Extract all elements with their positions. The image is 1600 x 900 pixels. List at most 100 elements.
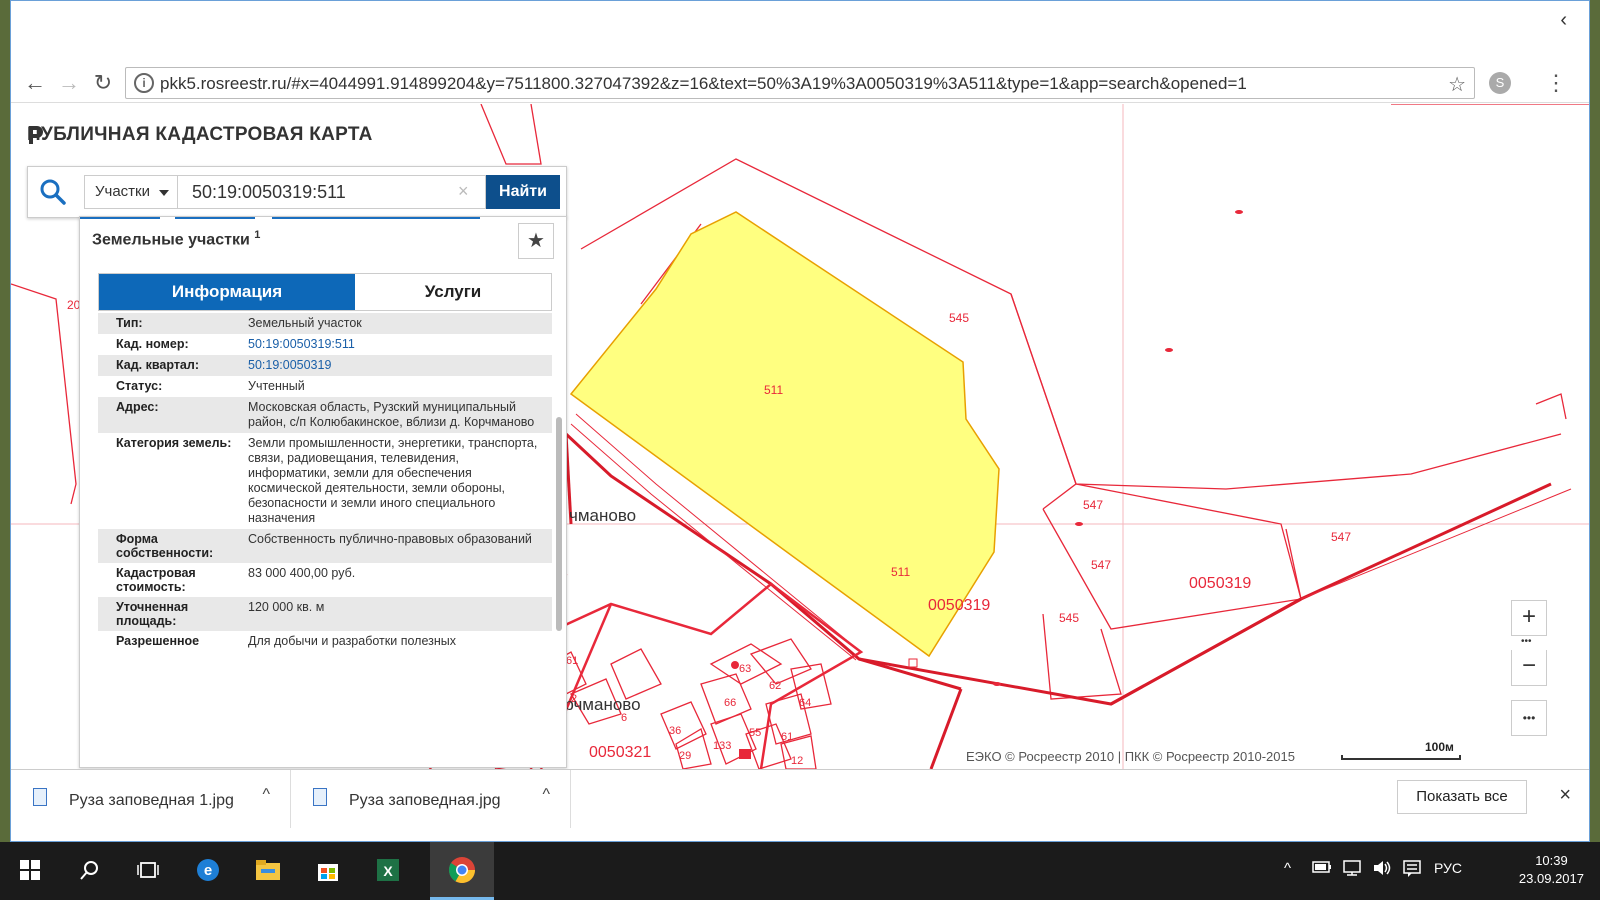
tab-information[interactable]: Информация — [99, 274, 355, 310]
browser-window: ‹ ← → ↻ i pkk5.rosreestr.ru/#x=4044991.9… — [10, 0, 1590, 842]
collapse-icon[interactable]: ‹ — [1560, 9, 1567, 32]
network-icon[interactable] — [1342, 860, 1362, 879]
svg-text:X: X — [383, 863, 393, 879]
download-filename: Руза заповедная.jpg — [349, 792, 501, 809]
downloads-bar: Руза заповедная 1.jpg ^ Руза заповедная.… — [11, 769, 1589, 829]
table-row: Кад. квартал: 50:19:0050319 — [98, 355, 552, 376]
row-key: Форма собственности: — [116, 532, 214, 560]
skype-extension-icon[interactable]: S — [1489, 72, 1511, 94]
url-text[interactable]: pkk5.rosreestr.ru/#x=4044991.914899204&y… — [160, 74, 1247, 94]
map-label: 62 — [769, 680, 781, 692]
table-row: Статус: Учтенный — [98, 376, 552, 397]
chevron-up-icon[interactable]: ^ — [542, 786, 550, 804]
chrome-taskbar-item[interactable] — [430, 842, 494, 900]
battery-icon[interactable] — [1312, 860, 1332, 877]
table-row: Уточненная площадь: 120 000 кв. м — [98, 597, 552, 631]
file-explorer-icon[interactable] — [252, 854, 284, 886]
map-label: 547 — [1083, 498, 1103, 512]
reload-button[interactable]: ↻ — [89, 69, 117, 97]
tab-services[interactable]: Услуги — [355, 274, 551, 310]
map-label: 545 — [1059, 611, 1079, 625]
map-label: 64 — [799, 697, 811, 709]
map-quarter-label: 0050319 — [1189, 575, 1251, 592]
map-label: 63 — [739, 663, 751, 675]
map-label: 12 — [791, 755, 803, 767]
map-viewport[interactable]: 20 545 511 511 0050319 547 547 547 00503… — [11, 104, 1589, 769]
tab-strip: ‹ — [11, 1, 1589, 63]
image-file-icon — [33, 788, 47, 806]
result-panel: Земельные участки 1 ★ Информация Услуги … — [79, 216, 567, 768]
table-row: Тип: Земельный участок — [98, 313, 552, 334]
map-label: 36 — [669, 725, 681, 737]
excel-icon[interactable]: X — [372, 854, 404, 886]
more-tools-button[interactable]: ••• — [1511, 700, 1547, 736]
chrome-icon — [448, 857, 476, 884]
edge-browser-icon[interactable]: e — [192, 854, 224, 886]
result-count: 1 — [254, 229, 261, 241]
chevron-up-icon[interactable]: ^ — [262, 786, 270, 804]
map-quarter-label: 0050321 — [589, 744, 651, 761]
row-value: Для добычи и разработки полезных — [248, 634, 456, 648]
map-label: 511 — [764, 383, 783, 397]
browser-menu-icon[interactable]: ⋮ — [1545, 69, 1567, 97]
zoom-in-button[interactable]: + — [1511, 600, 1547, 636]
panel-scrollbar[interactable] — [556, 417, 562, 631]
bookmark-star-icon[interactable]: ☆ — [1448, 72, 1466, 97]
category-select[interactable]: Участки — [84, 175, 178, 209]
volume-icon[interactable] — [1372, 860, 1392, 879]
app-title[interactable]: ПУБЛИЧНАЯ КАДАСТРОВАЯ КАРТА — [27, 124, 373, 146]
row-key: Категория земель: — [116, 436, 232, 450]
map-attribution: ЕЭКО © Росреестр 2010 | ПКК © Росреестр … — [966, 749, 1295, 764]
favorite-star-icon[interactable]: ★ — [518, 223, 554, 259]
forward-button[interactable]: → — [55, 69, 83, 97]
back-button[interactable]: ← — [21, 69, 49, 97]
close-icon[interactable]: × — [1559, 784, 1571, 807]
find-button[interactable]: Найти — [486, 175, 560, 209]
row-value: Земли промышленности, энергетики, трансп… — [248, 436, 538, 525]
chevron-down-icon — [159, 190, 169, 196]
row-key: Адрес: — [116, 400, 159, 414]
input-language[interactable]: РУС — [1434, 860, 1462, 876]
store-icon[interactable] — [312, 854, 344, 886]
search-input[interactable] — [178, 175, 486, 209]
clock-time: 10:39 — [1535, 853, 1568, 868]
map-label: 66 — [724, 697, 736, 709]
search-icon[interactable] — [74, 854, 106, 886]
row-value: Московская область, Рузский муниципальны… — [248, 400, 535, 429]
taskbar: e X ^ РУС 10:39 23.09.2017 — [0, 842, 1600, 900]
row-value: 120 000 кв. м — [248, 600, 325, 614]
row-key: Статус: — [116, 379, 163, 393]
search-panel: Участки × Найти — [27, 166, 567, 218]
table-row: Адрес: Московская область, Рузский муници… — [98, 397, 552, 433]
image-file-icon — [313, 788, 327, 806]
row-value: Земельный участок — [248, 316, 362, 330]
clear-icon[interactable]: × — [458, 181, 469, 202]
download-item[interactable]: Руза заповедная.jpg ^ — [291, 770, 571, 828]
map-label: 29 — [679, 750, 691, 762]
cadastral-number-link[interactable]: 50:19:0050319:511 — [248, 337, 538, 352]
tray-expand-icon[interactable]: ^ — [1284, 860, 1291, 877]
map-label: 511 — [891, 565, 910, 579]
cadastral-quarter-link[interactable]: 50:19:0050319 — [248, 358, 538, 373]
task-view-icon[interactable] — [132, 854, 164, 886]
site-info-icon[interactable]: i — [134, 73, 154, 93]
notifications-icon[interactable] — [1402, 860, 1422, 881]
zoom-out-button[interactable]: − — [1511, 650, 1547, 686]
row-key: Уточненная площадь: — [116, 600, 189, 628]
scale-label: 100м — [1425, 740, 1454, 754]
category-select-value: Участки — [95, 183, 150, 200]
zoom-more-icon[interactable]: ••• — [1521, 636, 1532, 647]
map-label: 55 — [749, 727, 761, 739]
table-row: Разрешенное Для добычи и разработки полез… — [98, 631, 552, 652]
clock[interactable]: 10:39 23.09.2017 — [1519, 852, 1584, 888]
windows-start-icon[interactable] — [14, 854, 46, 886]
map-label: 547 — [1331, 530, 1351, 544]
result-title: Земельные участки 1 — [92, 229, 260, 249]
search-icon[interactable] — [38, 177, 68, 207]
show-all-button[interactable]: Показать все — [1397, 780, 1527, 814]
download-item[interactable]: Руза заповедная 1.jpg ^ — [11, 770, 291, 828]
url-field[interactable]: i pkk5.rosreestr.ru/#x=4044991.914899204… — [125, 67, 1475, 99]
row-key: Кад. квартал: — [116, 358, 199, 372]
table-row: Форма собственности: Собственность публич… — [98, 529, 552, 563]
row-value: Учтенный — [248, 379, 305, 393]
